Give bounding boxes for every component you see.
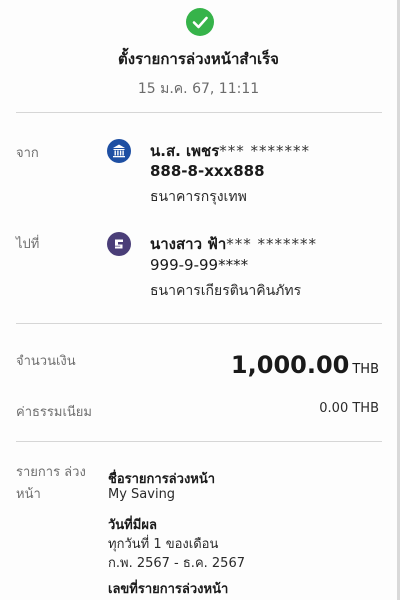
from-account-number: 888-8-xxx888 (150, 162, 265, 180)
transaction-datetime: 15 ม.ค. 67, 11:11 (137, 81, 260, 97)
success-check-icon (186, 8, 214, 36)
schedule-name-heading: ชื่อรายการล่วงหน้า (108, 472, 216, 487)
from-name-text: น.ส. เพชร (150, 142, 220, 160)
divider (16, 323, 382, 324)
bangkok-bank-icon (107, 139, 131, 163)
to-account-number: 999-9-99**** (150, 256, 249, 274)
divider (16, 112, 382, 113)
to-label: ไปที่ (16, 237, 40, 252)
effective-date-heading: วันที่มีผล (108, 518, 157, 533)
fee-label: ค่าธรรมเนียม (16, 405, 92, 420)
to-name-text: นางสาว ฟ้า (150, 235, 227, 253)
from-name-mask: *** ******* (219, 142, 311, 160)
to-name-mask: *** ******* (226, 235, 318, 253)
effective-date-line1: ทุกวันที่ 1 ของเดือน (108, 537, 219, 552)
fee-value: 0.00 THB (319, 401, 379, 416)
amount-label: จำนวนเงิน (16, 354, 76, 369)
amount-display: 1,000.00 THB (231, 351, 379, 379)
to-bank-name: ธนาคารเกียรตินาคินภัทร (150, 283, 302, 299)
from-label: จาก (16, 146, 39, 161)
divider (16, 441, 382, 442)
kkp-bank-icon (107, 232, 131, 256)
from-account-name: น.ส. เพชร*** ******* (150, 139, 310, 163)
schedule-label: รายการ ล่วงหน้า (16, 465, 86, 502)
page-title: ตั้งรายการล่วงหน้าสำเร็จ (118, 50, 279, 68)
schedule-name-value: My Saving (108, 487, 176, 502)
amount-currency: THB (352, 362, 379, 377)
effective-date-line2: ก.พ. 2567 - ธ.ค. 2567 (108, 556, 245, 571)
amount-value: 1,000.00 (230, 351, 350, 379)
to-account-name: นางสาว ฟ้า*** ******* (150, 232, 317, 256)
reference-number-heading: เลขที่รายการล่วงหน้า (108, 582, 229, 597)
receipt-card: ตั้งรายการล่วงหน้าสำเร็จ 15 ม.ค. 67, 11:… (0, 0, 400, 600)
from-bank-name: ธนาคารกรุงเทพ (150, 189, 247, 205)
